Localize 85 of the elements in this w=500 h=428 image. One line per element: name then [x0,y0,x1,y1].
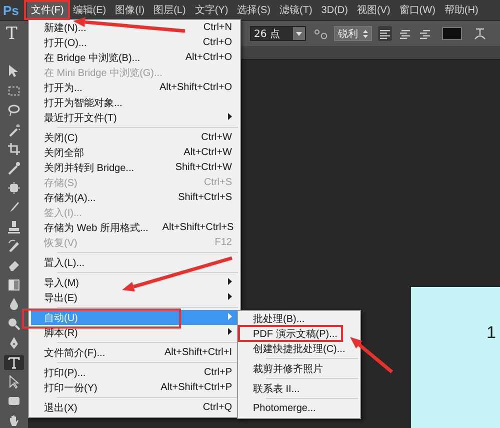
menu-title[interactable]: 文字(Y) [190,1,232,19]
align-icon [420,28,430,38]
shortcut-label: Ctrl+Q [202,402,232,413]
menu-title[interactable]: 帮助(H) [440,1,482,19]
menu-item[interactable]: Photomerge... [240,401,358,416]
shortcut-label: Ctrl+O [202,37,232,48]
menu-item[interactable]: 在 Bridge 中浏览(B)... Alt+Ctrl+O [31,50,238,65]
menu-item[interactable]: 裁剪并修齐照片 [240,361,358,376]
stamp-icon [7,220,21,234]
menu-title[interactable]: 图像(I) [111,1,149,19]
history-brush-icon [7,239,21,254]
annotation-box [24,0,70,20]
drop-icon [7,297,21,312]
menu-title[interactable]: 滤镜(T) [276,1,316,19]
shortcut-label: F12 [214,237,232,248]
color-swatch[interactable] [442,27,462,40]
menu-item[interactable]: 联系表 II... [240,381,358,396]
menu-title[interactable]: 视图(V) [352,1,394,19]
font-size-field[interactable]: 26 点 [250,26,306,41]
menu-item[interactable]: 存储为(A)... Shift+Ctrl+S [31,190,238,205]
menu-item[interactable]: 关闭(C) Ctrl+W [31,130,238,145]
canvas-text: 1 [486,323,496,343]
menu-item[interactable]: 退出(X) Ctrl+Q [31,400,238,415]
bandage-icon [7,180,21,195]
menu-title[interactable]: 窗口(W) [395,1,440,19]
anti-alias-icon [314,28,328,38]
warp-text-icon[interactable] [474,27,486,40]
shortcut-label: Shift+Ctrl+W [174,162,232,173]
menu-item[interactable]: 创建快捷批处理(C)... [240,341,358,356]
shortcut-label: Ctrl+W [200,132,232,143]
caret-icon [296,32,302,36]
menu-item[interactable]: 导出(E) [31,290,238,305]
anti-alias-dropdown[interactable]: 锐利 [334,26,372,41]
align-icon [380,28,390,38]
menu-item[interactable]: 置入(L)... [31,255,238,270]
magnifier-icon [7,316,21,331]
gradient-icon [7,278,21,292]
menu-title[interactable]: 图层(L) [150,1,190,19]
menu-item[interactable]: 最近打开文件(T) [31,110,238,125]
tool-button[interactable] [4,355,24,370]
brush-icon [7,200,21,214]
shortcut-label: Ctrl+S [202,177,232,188]
stepper-icon [363,30,368,38]
menu-item[interactable]: PDF 演示文稿(P)... [240,326,358,341]
type-tool-icon [7,356,21,370]
annotation-arrow [350,337,394,374]
menu-item[interactable]: 新建(N)... Ctrl+N [31,20,238,35]
menu-item[interactable]: 关闭并转到 Bridge... Shift+Ctrl+W [31,160,238,175]
app-logo: Ps [3,2,20,19]
marquee-icon [7,84,21,98]
shortcut-label: Shift+Ctrl+S [177,192,232,203]
menu-item[interactable]: 打开为智能对象... [31,95,238,110]
menu-title[interactable]: 3D(D) [317,2,352,18]
hand-icon [7,414,21,428]
pen-icon [7,336,21,350]
eraser-icon [7,258,21,272]
magic-wand-icon [7,122,21,137]
lasso-icon [7,103,21,118]
shortcut-label: Alt+Ctrl+W [182,147,232,158]
menu-item[interactable]: 打印(P)... Ctrl+P [31,365,238,380]
shortcut-label: Alt+Shift+Ctrl+P [160,382,232,393]
shortcut-label: Alt+Shift+Ctrl+S [161,222,234,233]
menu-item[interactable]: 批处理(B)... [240,311,358,326]
menu-item[interactable]: 脚本(R) [31,325,238,340]
menu-title[interactable]: 选择(S) [233,1,274,19]
shortcut-label: Ctrl+P [202,367,232,378]
menu-item[interactable]: 关闭全部 Alt+Ctrl+W [31,145,238,160]
menu-item[interactable]: 打开为... Alt+Shift+Ctrl+O [31,80,238,95]
menu-title[interactable]: 编辑(E) [68,1,110,19]
menu-item[interactable]: 打开(O)... Ctrl+O [31,35,238,50]
dropdown-button[interactable] [293,27,305,40]
align-left-button[interactable] [378,26,392,41]
pointer-icon [7,375,21,390]
shortcut-label: Ctrl+N [202,22,232,33]
type-tool-glyph[interactable]: T [6,24,24,44]
menu-item[interactable]: 文件简介(F)... Alt+Shift+Ctrl+I [31,345,238,360]
menu-item[interactable]: 打印一份(Y) Alt+Shift+Ctrl+P [31,380,238,395]
shortcut-label: Alt+Ctrl+O [184,52,232,63]
align-icon [400,28,410,38]
shortcut-label: Alt+Shift+Ctrl+I [163,347,232,358]
crop-icon [7,142,21,156]
shortcut-label: Alt+Shift+Ctrl+O [158,82,232,93]
eyedropper-icon [7,161,21,176]
menu-item[interactable]: 导入(M) [31,275,238,290]
menu-item[interactable]: 存储为 Web 所用格式... Alt+Shift+Ctrl+S [31,220,238,235]
